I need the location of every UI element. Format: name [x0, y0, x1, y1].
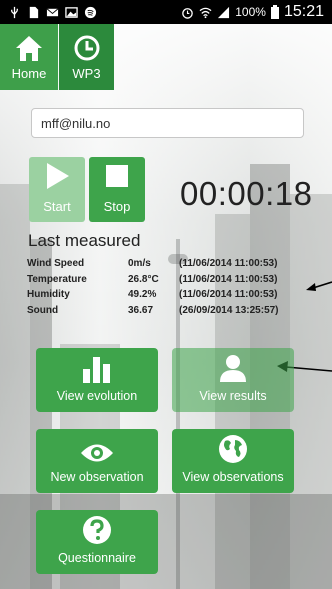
tab-wp3-label: WP3: [72, 66, 101, 81]
battery-icon: [270, 5, 279, 19]
play-icon: [47, 163, 69, 189]
table-row: Humidity 49.2% (11/06/2014 11:00:53): [27, 288, 279, 304]
measurement-name: Humidity: [27, 289, 70, 300]
new-observation-button[interactable]: New observation: [36, 429, 158, 493]
measurement-timestamp: (11/06/2014 11:00:53): [179, 273, 278, 285]
measurement-timestamp: (11/06/2014 11:00:53): [179, 289, 278, 300]
spotify-icon: [84, 6, 97, 18]
new-observation-label: New observation: [50, 470, 144, 484]
measurement-name: Wind Speed: [27, 258, 85, 269]
view-results-label: View results: [199, 389, 267, 403]
clock-time: 15:21: [283, 3, 324, 20]
table-row: Wind Speed 0m/s (11/06/2014 11:00:53): [27, 257, 279, 273]
elapsed-timer: 00:00:18: [180, 175, 313, 212]
last-measured-title: Last measured: [28, 231, 141, 250]
bar-chart-icon: [83, 357, 110, 383]
start-label: Start: [43, 199, 71, 214]
tab-home[interactable]: Home: [0, 24, 58, 90]
sd-card-icon: [29, 6, 39, 18]
signal-icon: [218, 6, 230, 18]
stop-button[interactable]: Stop: [89, 157, 145, 222]
measurement-name: Temperature: [27, 273, 87, 285]
user-icon: [220, 355, 246, 382]
image-icon: [65, 6, 78, 18]
usb-icon: [11, 6, 18, 18]
questionnaire-button[interactable]: Questionnaire: [36, 510, 158, 574]
view-evolution-button[interactable]: View evolution: [36, 348, 158, 412]
measurement-value: 0m/s: [128, 258, 151, 269]
status-bar: 100% 15:21: [0, 0, 332, 24]
battery-percentage: 100%: [235, 5, 266, 19]
home-icon: [16, 36, 42, 61]
annotation-arrow-icon: [306, 281, 332, 291]
globe-icon: [219, 435, 247, 463]
wifi-icon: [199, 7, 212, 18]
table-row: Temperature 26.8°C (11/06/2014 11:00:53): [27, 273, 279, 289]
measurement-value: 36.67: [128, 304, 154, 316]
mail-icon: [46, 7, 59, 16]
eye-icon: [81, 444, 113, 462]
table-row: Sound 36.67 (26/09/2014 13:25:57): [27, 304, 279, 320]
questionnaire-label: Questionnaire: [58, 551, 136, 565]
view-observations-button[interactable]: View observations: [172, 429, 294, 493]
measurements-table: Wind Speed 0m/s (11/06/2014 11:00:53) Te…: [27, 257, 279, 319]
question-icon: [83, 516, 111, 544]
start-button[interactable]: Start: [29, 157, 85, 222]
measurement-name: Sound: [27, 304, 59, 316]
view-results-button[interactable]: View results: [172, 348, 294, 412]
tab-wp3[interactable]: WP3: [59, 24, 114, 90]
view-evolution-label: View evolution: [56, 389, 138, 403]
stop-label: Stop: [103, 199, 131, 214]
alarm-icon: [182, 7, 194, 19]
clock-icon: [74, 35, 99, 61]
measurement-timestamp: (26/09/2014 13:25:57): [179, 304, 279, 316]
stop-icon: [106, 165, 128, 187]
measurement-value: 26.8°C: [128, 273, 159, 285]
tab-home-label: Home: [11, 66, 47, 81]
measurement-value: 49.2%: [128, 289, 157, 300]
measurement-timestamp: (11/06/2014 11:00:53): [179, 258, 278, 269]
view-observations-label: View observations: [182, 470, 284, 484]
email-field[interactable]: mff@nilu.no: [31, 108, 304, 138]
